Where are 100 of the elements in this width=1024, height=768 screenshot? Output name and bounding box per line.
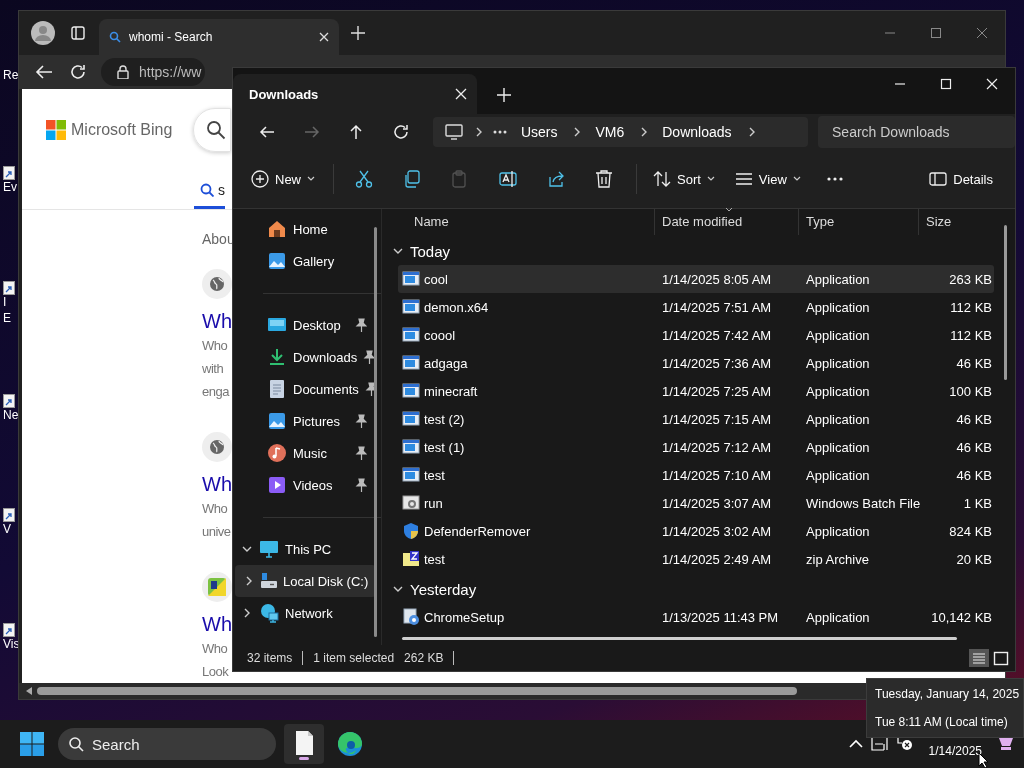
shortcut-icon[interactable] [3,281,15,295]
nav-item[interactable]: Documents [263,373,371,405]
nav-item[interactable]: This PC [237,533,371,565]
desktop-icon-label[interactable]: Ev [3,180,17,194]
shortcut-icon[interactable] [3,166,15,180]
start-icon[interactable] [20,732,44,756]
results-tab[interactable]: s [194,173,225,209]
shield-icon [402,522,420,540]
caret-icon [792,176,801,182]
browser-tab[interactable]: whomi - Search [99,19,339,55]
tab-title: whomi - Search [129,30,214,44]
close-icon[interactable] [319,32,329,42]
search-field[interactable]: Search [58,728,276,760]
close-icon[interactable] [984,77,1000,91]
nav-item[interactable]: Music [263,437,371,469]
file-name: cool [424,271,448,287]
nav-item[interactable]: Downloads [263,341,371,373]
desktop-icon-label[interactable]: E [3,311,11,325]
desktop-icon-label[interactable]: V [3,522,11,536]
column-header[interactable]: Name [398,209,655,235]
shortcut-icon[interactable] [3,508,15,522]
breadcrumb-item[interactable]: Users [516,124,562,140]
site-logo-text[interactable]: Microsoft Bing [71,121,173,139]
result-title-link[interactable]: Wh [202,308,232,334]
refresh-icon[interactable] [392,124,409,140]
file-row[interactable]: ChromeSetup 1/13/2025 11:43 PM Application 10,142 KB [398,603,994,631]
list-lines-icon [971,650,987,666]
search-field[interactable]: Search Downloads [818,116,1015,148]
volume-muted-icon[interactable] [896,737,913,751]
breadcrumb-item[interactable]: VM6 [591,124,629,140]
scrollbar-thumb[interactable] [402,637,957,640]
avatar-icon[interactable] [31,21,55,45]
result-title-link[interactable]: Wh [202,611,232,637]
nav-item[interactable]: Desktop [263,309,371,341]
column-header[interactable]: Size [919,209,994,235]
result-title-link[interactable]: Wh [202,471,232,497]
file-row[interactable]: coool 1/14/2025 7:42 AM Application 112 KB [398,321,994,349]
breadcrumb-bar[interactable]: Users VM6 Downloads [432,117,808,147]
nav-item[interactable]: Videos [263,469,371,501]
group-header[interactable]: Yesterday [382,575,1015,603]
file-type: Windows Batch File [806,495,921,511]
group-header[interactable]: Today [382,237,1015,265]
chevron-up-icon[interactable] [848,739,863,749]
scrollbar-thumb[interactable] [374,227,377,637]
globe-icon [209,276,225,292]
nav-item[interactable]: Pictures [263,405,371,437]
file-row[interactable]: test 1/14/2025 2:49 AM zip Archive 20 KB [398,545,994,573]
shortcut-icon[interactable] [3,623,15,637]
column-header[interactable]: Type [799,209,919,235]
more-icon[interactable] [492,130,507,134]
new-tab-icon[interactable] [351,26,365,40]
scrollbar-thumb[interactable] [37,687,797,695]
file-row[interactable]: test 1/14/2025 7:10 AM Application 46 KB [398,461,994,489]
file-type: Application [806,439,870,455]
new-button[interactable]: New [245,161,321,197]
tab-actions-icon[interactable] [71,26,85,40]
view-button[interactable]: View [728,161,807,197]
maximize-icon[interactable] [938,77,954,91]
scrollbar-thumb[interactable] [1004,225,1007,380]
tiles-view-button[interactable] [991,649,1011,667]
tray-date[interactable]: 1/14/2025 [920,740,990,762]
application-icon [402,326,420,344]
document-app-button[interactable] [284,724,324,764]
file-row[interactable]: test (1) 1/14/2025 7:12 AM Application 46 KB [398,433,994,461]
desktop-icon-label[interactable]: I [3,295,7,309]
sort-button[interactable]: Sort [647,161,721,197]
file-row[interactable]: run 1/14/2025 3:07 AM Windows Batch File 1 KB [398,489,994,517]
file-row[interactable]: DefenderRemover 1/14/2025 3:02 AM Application 824 KB [398,517,994,545]
close-icon[interactable] [455,88,467,100]
back-arrow-icon[interactable] [35,64,53,80]
file-row[interactable]: minecraft 1/14/2025 7:25 AM Application 100 KB [398,377,994,405]
file-row[interactable]: test (2) 1/14/2025 7:15 AM Application 46 KB [398,405,994,433]
column-header[interactable]: Date modified [655,209,799,235]
desktop-icon-label[interactable]: Re [3,68,19,82]
house-icon [267,219,287,239]
play-icon [267,475,287,495]
nav-item[interactable]: Gallery [263,245,371,277]
music-note-icon [267,443,287,463]
breadcrumb-item[interactable]: Downloads [658,124,736,140]
shortcut-icon[interactable] [3,394,15,408]
nav-item[interactable]: Network [237,597,371,629]
explorer-tab[interactable]: Downloads [233,74,477,114]
file-size: 112 KB [950,327,992,343]
file-size: 46 KB [956,355,992,371]
refresh-icon[interactable] [69,63,87,81]
file-row[interactable]: cool 1/14/2025 8:05 AM Application 263 KB [398,265,994,293]
details-button[interactable]: Details [923,161,999,197]
file-type: Application [806,271,870,287]
notification-icon[interactable] [998,737,1014,751]
file-row[interactable]: adgaga 1/14/2025 7:36 AM Application 46 KB [398,349,994,377]
scroll-left-icon[interactable] [25,687,33,695]
date-modified: 1/14/2025 3:02 AM [662,523,772,539]
nav-item[interactable]: Local Disk (C:) [235,565,376,597]
desktop-icon-label[interactable]: Ne [3,408,19,422]
network-icon[interactable] [870,736,889,752]
new-tab-icon[interactable] [497,88,511,102]
back-arrow-icon[interactable] [259,124,276,140]
file-row[interactable]: demon.x64 1/14/2025 7:51 AM Application 112 KB [398,293,994,321]
address-bar[interactable]: https://ww [101,58,205,86]
nav-item[interactable]: Home [263,213,371,245]
